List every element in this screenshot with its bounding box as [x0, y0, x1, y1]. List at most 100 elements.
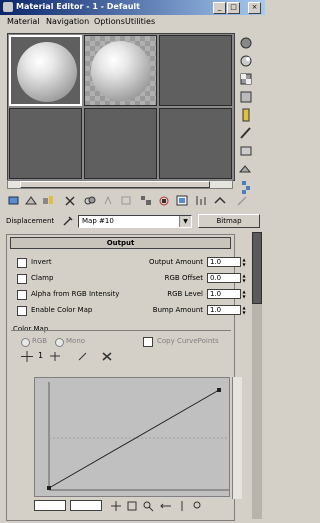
option-label: Clamp [31, 274, 54, 282]
zoom-region-icon[interactable] [192, 500, 204, 514]
sample-type-button[interactable] [236, 34, 256, 52]
show-end-result-icon[interactable] [174, 193, 190, 208]
slots-horizontal-scrollbar[interactable] [7, 180, 233, 189]
maximize-button[interactable]: □ [227, 2, 240, 14]
close-button[interactable]: × [248, 2, 261, 14]
chevron-down-icon[interactable]: ▼ [179, 216, 191, 227]
spinner-arrows-icon[interactable]: ▲ ▼ [241, 289, 247, 299]
menu-bar: Material Navigation Options Utilities [0, 15, 265, 29]
scrollbar-thumb[interactable] [20, 181, 210, 188]
curve-x-field[interactable] [34, 500, 66, 511]
mono-radio-label: Mono [66, 337, 86, 345]
curve-point-end [217, 388, 221, 392]
reset-map-icon[interactable] [62, 193, 78, 208]
copy-material-icon[interactable] [82, 193, 98, 208]
show-map-icon[interactable] [156, 193, 172, 208]
group-divider [11, 330, 231, 331]
scale-point-icon[interactable] [48, 350, 62, 363]
option-label: Alpha from RGB Intensity [31, 290, 120, 298]
sample-slot-3[interactable] [159, 35, 232, 106]
rgb-radio-label: RGB [32, 337, 48, 345]
invert-checkbox[interactable] [17, 258, 27, 268]
title-bar: Material Editor - 1 - Default _ □ × [0, 0, 265, 15]
material-sphere [91, 41, 151, 101]
rollout-header[interactable]: Output [10, 237, 231, 249]
sample-slot-1[interactable] [9, 35, 82, 106]
background-button[interactable] [236, 70, 256, 88]
uv-tiling-button[interactable] [236, 88, 256, 106]
color-map-group-label: Color Map [13, 325, 49, 333]
put-to-library-icon[interactable] [118, 193, 134, 208]
spinner-arrows-icon[interactable]: ▲ ▼ [241, 273, 247, 283]
alpha-from-rgb-checkbox[interactable] [17, 290, 27, 300]
pan-icon[interactable] [110, 500, 122, 514]
map-name-row: Displacement Map #10 ▼ Bitmap [6, 214, 260, 230]
side-toolbar [236, 32, 258, 194]
menu-utilities[interactable]: Utilities [125, 17, 155, 26]
get-material-icon[interactable] [6, 193, 22, 208]
menu-navigation[interactable]: Navigation [46, 17, 89, 26]
material-id-icon[interactable] [138, 193, 154, 208]
put-to-scene-icon[interactable] [23, 193, 39, 208]
delete-point-icon[interactable] [100, 350, 114, 363]
rgb-offset-spinner[interactable]: 0.0 [207, 273, 241, 283]
color-map-curve-graph[interactable] [34, 377, 230, 497]
zoom-icon[interactable] [142, 500, 154, 514]
zoom-vertical-icon[interactable] [176, 500, 188, 514]
assign-to-selection-icon[interactable] [40, 193, 56, 208]
move-icon[interactable] [20, 350, 34, 363]
options-button[interactable] [236, 142, 256, 160]
enable-color-map-checkbox[interactable] [17, 306, 27, 316]
map-type-button[interactable]: Bitmap [198, 214, 260, 228]
zoom-extents-icon[interactable] [126, 500, 138, 514]
go-to-parent-icon[interactable] [194, 193, 210, 208]
sample-slots [7, 33, 235, 181]
scrollbar-thumb[interactable] [252, 232, 262, 304]
select-by-material-button[interactable] [236, 160, 256, 178]
numeric-label: RGB Level [167, 290, 203, 298]
bump-amount-spinner[interactable]: 1.0 [207, 305, 241, 315]
rgb-level-spinner[interactable]: 1.0 [207, 289, 241, 299]
copy-curve-points-checkbox[interactable] [143, 337, 153, 347]
sample-slot-4[interactable] [9, 108, 82, 179]
curve-y-field[interactable] [70, 500, 102, 511]
numeric-label: Bump Amount [152, 306, 203, 314]
option-label: Enable Color Map [31, 306, 93, 314]
minimize-button[interactable]: _ [213, 2, 226, 14]
spinner-arrows-icon[interactable]: ▲ ▼ [241, 257, 247, 267]
numeric-label: RGB Offset [164, 274, 203, 282]
map-name-value: Map #10 [82, 217, 114, 225]
curve-point-start [47, 486, 51, 490]
mono-radio[interactable] [55, 338, 64, 347]
spinner-arrows-icon[interactable]: ▲ ▼ [241, 305, 247, 315]
video-color-check-button[interactable] [236, 106, 256, 124]
sample-slot-6[interactable] [159, 108, 232, 179]
output-amount-spinner[interactable]: 1.0 [207, 257, 241, 267]
menu-material[interactable]: Material [7, 17, 40, 26]
material-toolbar [6, 193, 260, 209]
add-point-icon[interactable] [76, 350, 90, 363]
sample-slot-2[interactable] [84, 35, 157, 106]
menu-options[interactable]: Options [94, 17, 125, 26]
eyedropper-icon[interactable] [62, 215, 74, 229]
option-row-enable-color-map: Enable Color Map Bump Amount 1.0 ▲ ▼ [17, 305, 246, 317]
clamp-checkbox[interactable] [17, 274, 27, 284]
make-preview-button[interactable] [236, 124, 256, 142]
app-icon [3, 2, 13, 12]
numeric-label: Output Amount [148, 258, 203, 266]
go-forward-to-sibling-icon[interactable] [212, 193, 228, 208]
rgb-radio[interactable] [21, 338, 30, 347]
window-title: Material Editor - 1 - Default [16, 2, 140, 11]
map-name-dropdown[interactable]: Map #10 ▼ [78, 215, 192, 228]
make-unique-icon[interactable] [100, 193, 116, 208]
copy-curve-points-label: Copy CurvePoints [157, 337, 219, 345]
zoom-horizontal-icon[interactable] [160, 500, 172, 514]
option-label: Invert [31, 258, 52, 266]
sample-slot-5[interactable] [84, 108, 157, 179]
curve-tool-value: 1 [38, 351, 44, 360]
option-row-invert: Invert Output Amount 1.0 ▲ ▼ [17, 257, 246, 269]
backlight-button[interactable] [236, 52, 256, 70]
pick-material-icon[interactable] [234, 193, 250, 208]
graph-vertical-scrollbar[interactable] [232, 377, 242, 499]
panel-vertical-scrollbar[interactable] [252, 232, 262, 519]
